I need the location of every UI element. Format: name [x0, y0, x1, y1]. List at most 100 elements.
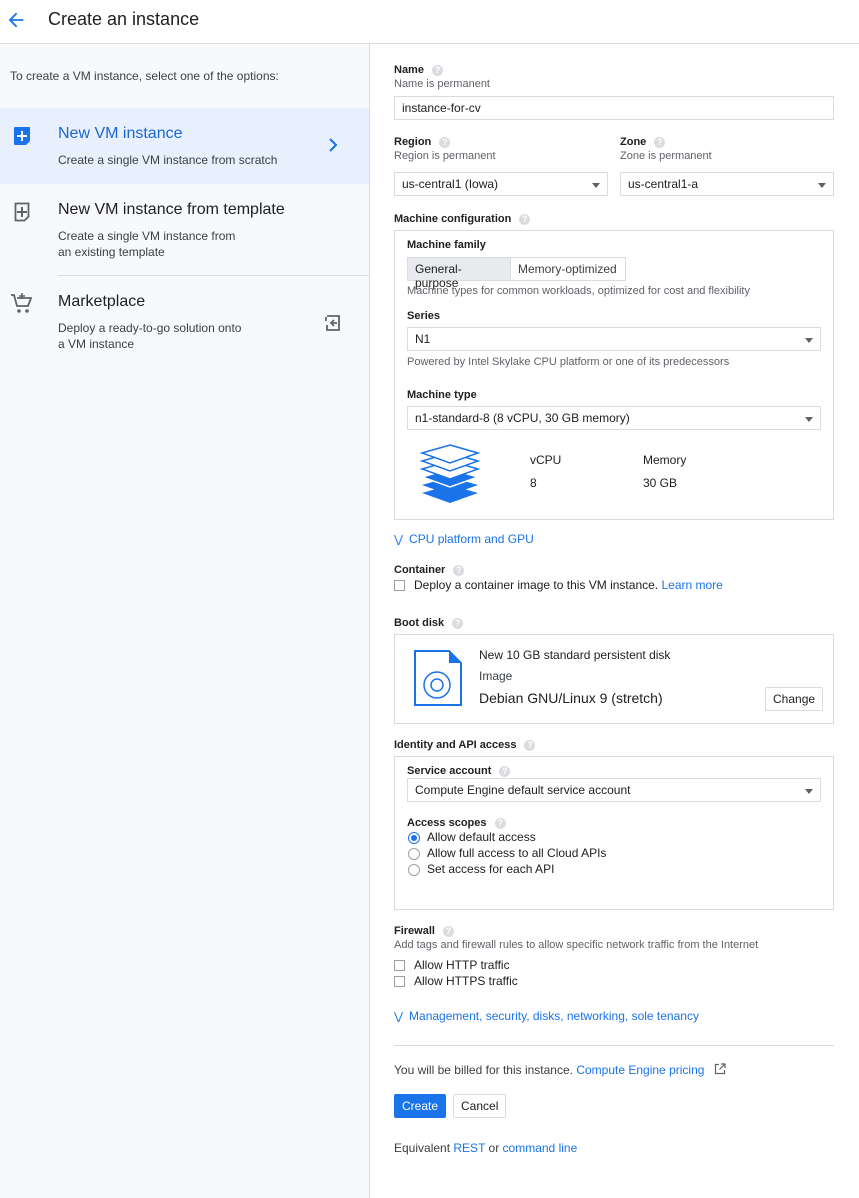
option-new-vm-from-template[interactable]: New VM instance from template Create a s…	[0, 184, 369, 276]
page-header: Create an instance	[0, 0, 859, 44]
zone-value: us-central1-a	[628, 177, 699, 191]
name-hint: Name is permanent	[394, 78, 490, 90]
rest-link[interactable]: REST	[453, 1141, 485, 1155]
options-intro: To create a VM instance, select one of t…	[10, 69, 279, 83]
boot-disk-title: New 10 GB standard persistent disk	[479, 648, 671, 662]
image-value: Debian GNU/Linux 9 (stretch)	[479, 690, 663, 706]
stacked-layers-icon	[419, 444, 481, 503]
http-checkbox[interactable]	[394, 960, 405, 971]
machine-config-label: Machine configuration?	[394, 213, 531, 225]
dropdown-caret-icon	[805, 338, 813, 343]
image-label: Image	[479, 669, 513, 683]
command-line-link[interactable]: command line	[503, 1141, 578, 1155]
container-label: Container?	[394, 564, 465, 576]
series-select[interactable]: N1	[407, 327, 821, 351]
option-title: New VM instance from template	[58, 201, 285, 218]
https-label: Allow HTTPS traffic	[414, 974, 518, 988]
add-box-outline-icon	[14, 202, 30, 222]
region-select[interactable]: us-central1 (Iowa)	[394, 172, 608, 196]
zone-hint: Zone is permanent	[620, 150, 712, 162]
help-icon[interactable]: ?	[439, 137, 451, 148]
option-desc: a VM instance	[58, 337, 135, 351]
tab-memory-optimized[interactable]: Memory-optimized	[510, 257, 626, 281]
firewall-hint: Add tags and firewall rules to allow spe…	[394, 939, 759, 951]
chevron-right-icon	[329, 138, 338, 152]
zone-select[interactable]: us-central1-a	[620, 172, 834, 196]
dropdown-caret-icon	[818, 183, 826, 188]
option-new-vm-instance[interactable]: New VM instance Create a single VM insta…	[0, 108, 369, 184]
help-icon[interactable]: ?	[442, 926, 454, 937]
machine-family-label: Machine family	[407, 239, 486, 251]
https-checkbox[interactable]	[394, 976, 405, 987]
scope-each-label: Set access for each API	[427, 862, 555, 876]
cpu-platform-gpu-link[interactable]: ⋁ CPU platform and GPU	[394, 532, 534, 546]
help-icon[interactable]: ?	[524, 740, 536, 751]
service-account-select[interactable]: Compute Engine default service account	[407, 778, 821, 802]
family-desc: Machine types for common workloads, opti…	[407, 285, 750, 297]
memory-label: Memory	[643, 453, 687, 467]
container-description: Deploy a container image to this VM inst…	[414, 578, 659, 592]
dropdown-caret-icon	[592, 183, 600, 188]
zone-label: Zone?	[620, 136, 666, 148]
scope-default-radio[interactable]	[408, 832, 420, 844]
help-icon[interactable]: ?	[431, 65, 443, 76]
region-hint: Region is permanent	[394, 150, 496, 162]
boot-disk-card: New 10 GB standard persistent disk Image…	[394, 634, 834, 724]
billing-text: You will be billed for this instance.	[394, 1063, 573, 1077]
service-account-label: Service account?	[407, 765, 511, 777]
boot-disk-label: Boot disk?	[394, 617, 464, 629]
tab-general-purpose[interactable]: General-purpose	[407, 257, 511, 290]
cpu-platform-link-text: CPU platform and GPU	[409, 532, 534, 546]
memory-value: 30 GB	[643, 476, 678, 490]
help-icon[interactable]: ?	[499, 766, 511, 777]
option-title: Marketplace	[58, 293, 146, 310]
container-text: Deploy a container image to this VM inst…	[414, 578, 723, 592]
dropdown-caret-icon	[805, 789, 813, 794]
name-label: Name?	[394, 64, 443, 76]
expand-more-icon: ⋁	[394, 1011, 404, 1023]
back-arrow-icon[interactable]	[5, 9, 27, 31]
cancel-button[interactable]: Cancel	[453, 1094, 507, 1118]
machine-type-value: n1-standard-8 (8 vCPU, 30 GB memory)	[415, 411, 630, 425]
scope-each-radio[interactable]	[408, 864, 420, 876]
scope-full-radio[interactable]	[408, 848, 420, 860]
region-label: Region?	[394, 136, 451, 148]
series-label: Series	[407, 310, 441, 322]
equivalent-line: Equivalent REST or command line	[394, 1141, 577, 1155]
billing-note: You will be billed for this instance. Co…	[394, 1063, 726, 1077]
learn-more-link[interactable]: Learn more	[661, 578, 722, 592]
help-icon[interactable]: ?	[519, 214, 531, 225]
help-icon[interactable]: ?	[452, 618, 464, 629]
management-link[interactable]: ⋁ Management, security, disks, networking…	[394, 1009, 699, 1023]
firewall-label: Firewall?	[394, 925, 454, 937]
exit-to-app-icon	[325, 315, 340, 331]
machine-type-select[interactable]: n1-standard-8 (8 vCPU, 30 GB memory)	[407, 406, 821, 430]
region-value: us-central1 (Iowa)	[402, 177, 499, 191]
dropdown-caret-icon	[805, 417, 813, 422]
form-divider	[394, 1045, 834, 1046]
add-box-icon	[14, 127, 30, 145]
help-icon[interactable]: ?	[494, 818, 506, 829]
create-button[interactable]: Create	[394, 1094, 447, 1118]
option-desc: Deploy a ready-to-go solution onto	[58, 321, 242, 335]
identity-card: Service account? Compute Engine default …	[394, 756, 834, 910]
machine-type-label: Machine type	[407, 389, 477, 401]
expand-more-icon: ⋁	[394, 534, 404, 546]
name-input[interactable]: instance-for-cv	[394, 96, 834, 120]
shopping-cart-icon	[11, 293, 33, 313]
service-account-value: Compute Engine default service account	[415, 783, 631, 797]
help-icon[interactable]: ?	[453, 565, 465, 576]
help-icon[interactable]: ?	[654, 137, 666, 148]
machine-config-card: Machine family General-purpose Memory-op…	[394, 230, 834, 520]
creation-options-panel: To create a VM instance, select one of t…	[0, 44, 370, 1198]
vcpu-label: vCPU	[530, 453, 562, 467]
equivalent-text: Equivalent	[394, 1141, 451, 1155]
page-title: Create an instance	[48, 9, 200, 29]
vcpu-value: 8	[530, 476, 537, 490]
container-checkbox[interactable]	[394, 580, 405, 591]
option-desc: Create a single VM instance from scratch	[58, 153, 278, 167]
series-desc: Powered by Intel Skylake CPU platform or…	[407, 356, 730, 368]
change-boot-disk-button[interactable]: Change	[765, 687, 824, 711]
option-marketplace[interactable]: Marketplace Deploy a ready-to-go solutio…	[0, 276, 369, 368]
pricing-link[interactable]: Compute Engine pricing	[576, 1063, 704, 1077]
